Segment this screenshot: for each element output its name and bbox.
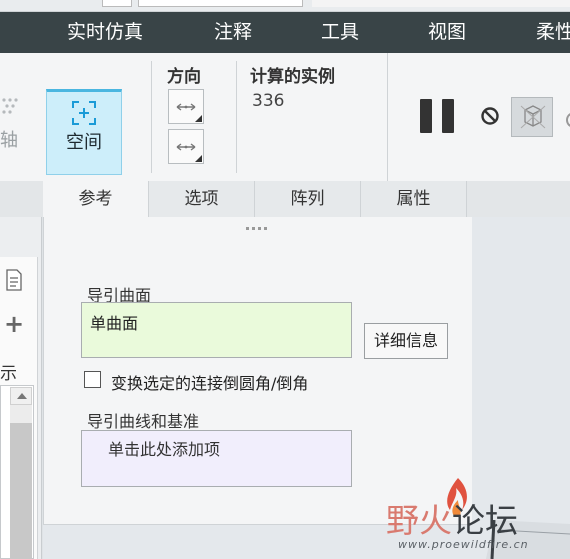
ribbon-divider — [236, 61, 237, 173]
tab-references[interactable]: 参考 — [43, 181, 149, 217]
add-icon[interactable]: + — [4, 312, 24, 336]
model-name-field[interactable] — [138, 0, 303, 7]
double-arrow-icon — [176, 103, 196, 111]
dropdown-corner-icon — [195, 115, 202, 122]
watermark-forum-text: 论坛 — [452, 501, 518, 540]
tree-settings-icon[interactable] — [4, 268, 24, 292]
quick-access-field[interactable] — [102, 0, 132, 7]
show-menu-label[interactable]: 示 — [0, 359, 17, 384]
transform-rounds-label: 变换选定的连接倒圆角/倒角 — [111, 374, 309, 393]
pause-icon — [442, 99, 454, 133]
space-pattern-label: 空间 — [66, 132, 102, 153]
guide-surface-value: 单曲面 — [90, 314, 139, 333]
direction-group-title: 方向 — [167, 67, 201, 87]
menu-realtime-simulation[interactable]: 实时仿真 — [67, 12, 143, 53]
menu-tools[interactable]: 工具 — [321, 12, 359, 53]
scroll-thumb[interactable] — [10, 423, 32, 559]
direction-1-button[interactable] — [168, 89, 204, 124]
ribbon-divider — [151, 61, 152, 173]
pause-icon — [420, 99, 432, 133]
preview-cube-icon — [520, 105, 546, 129]
calculated-instances-value: 336 — [252, 91, 285, 111]
tab-pattern[interactable]: 阵列 — [255, 181, 361, 217]
watermark-url: www.proewildfire.cn — [398, 538, 529, 551]
axis-pattern-icon — [2, 98, 18, 114]
watermark-char-1: 野 — [386, 501, 419, 540]
menu-view[interactable]: 视图 — [428, 12, 466, 53]
guide-curves-label: 导引曲线和基准 — [87, 412, 200, 431]
title-bar-area — [312, 0, 570, 7]
watermark-char-2: 火 — [419, 501, 452, 540]
dashboard-tab-bar: 参考 选项 阵列 属性 — [0, 181, 570, 217]
space-pattern-icon — [72, 101, 96, 125]
menu-flexible[interactable]: 柔性 — [536, 12, 570, 53]
direction-2-button[interactable] — [168, 129, 204, 164]
dropdown-corner-icon — [195, 155, 202, 162]
pause-button[interactable] — [420, 99, 456, 133]
calculated-instances-title: 计算的实例 — [250, 67, 335, 87]
transform-rounds-checkbox[interactable] — [84, 371, 101, 388]
top-toolbar-strip — [0, 0, 570, 12]
cancel-icon[interactable] — [480, 106, 500, 126]
ribbon-menu-bar: 实时仿真 注释 工具 视图 柔性 — [0, 12, 570, 53]
details-button[interactable]: 详细信息 — [364, 323, 448, 359]
axis-pattern-label[interactable]: 轴 — [0, 126, 18, 152]
tab-properties[interactable]: 属性 — [361, 181, 467, 217]
preview-geometry-button[interactable] — [511, 97, 553, 137]
guide-curves-hint: 单击此处添加项 — [108, 440, 221, 459]
double-arrow-icon — [176, 143, 196, 151]
menu-annotate[interactable]: 注释 — [214, 12, 252, 53]
tab-options[interactable]: 选项 — [149, 181, 255, 217]
watermark-text: 野火论坛 — [386, 494, 518, 542]
scroll-up-button[interactable] — [10, 387, 32, 405]
space-pattern-button[interactable]: 空间 — [46, 89, 122, 175]
scroll-track[interactable] — [10, 405, 32, 423]
resize-grip-icon[interactable] — [246, 227, 270, 231]
tab-bar-left-gap — [0, 181, 43, 217]
ribbon-divider — [387, 53, 388, 181]
